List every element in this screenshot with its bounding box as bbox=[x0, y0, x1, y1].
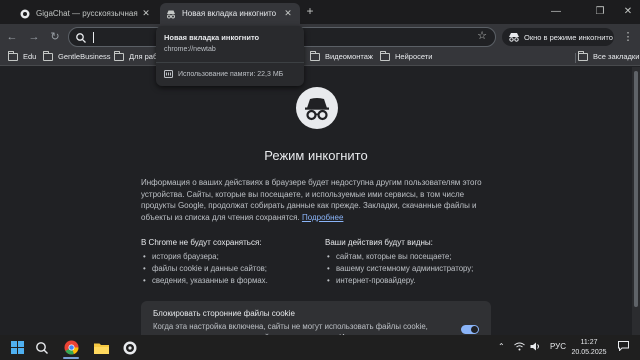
list-item: сайтам, которые вы посещаете; bbox=[325, 251, 500, 263]
learn-more-link[interactable]: Подробнее bbox=[302, 213, 344, 222]
minimize-icon[interactable]: — bbox=[544, 3, 568, 21]
bookmark-folder-gentlebusiness[interactable]: GentleBusiness bbox=[43, 50, 111, 61]
tab-close-icon[interactable]: ✕ bbox=[282, 8, 294, 19]
incognito-chip-label: Окно в режиме инкогнито bbox=[524, 32, 613, 42]
toolbar: ← → ↻ ☆ Окно в режиме инкогнито ⋮ bbox=[0, 24, 640, 50]
app-taskbar-icon[interactable] bbox=[119, 337, 141, 358]
bookmark-label: Все закладки bbox=[593, 52, 640, 61]
list-item: файлы cookie и данные сайтов; bbox=[141, 263, 316, 275]
back-icon[interactable]: ← bbox=[4, 29, 20, 45]
memory-icon bbox=[164, 70, 173, 78]
maximize-icon[interactable]: ❐ bbox=[588, 3, 612, 21]
hover-card-title: Новая вкладка инкогнито bbox=[164, 33, 260, 42]
folder-icon bbox=[310, 50, 320, 61]
list-item: сведения, указанные в формах. bbox=[141, 275, 316, 287]
reload-icon[interactable]: ↻ bbox=[47, 29, 63, 45]
bookmark-label: Нейросети bbox=[395, 52, 433, 61]
scrollbar-thumb[interactable] bbox=[634, 71, 638, 307]
hover-card-divider bbox=[156, 62, 304, 63]
close-window-icon[interactable]: ✕ bbox=[616, 3, 640, 21]
wifi-icon[interactable] bbox=[514, 342, 525, 353]
tab-hover-card: Новая вкладка инкогнито chrome://newtab … bbox=[156, 26, 304, 86]
hover-card-memory: Использование памяти: 22,3 МБ bbox=[164, 70, 283, 78]
tray-chevron-icon[interactable]: ⌃ bbox=[498, 342, 505, 351]
cookie-card-title: Блокировать сторонние файлы cookie bbox=[153, 309, 295, 318]
windows-taskbar: ⌃ РУС 11:27 20.05.2025 bbox=[0, 335, 640, 360]
incognito-favicon-icon bbox=[166, 9, 176, 19]
tab-gigachat[interactable]: GigaChat — русскоязычная нейро ✕ bbox=[14, 3, 158, 24]
active-app-indicator bbox=[63, 357, 79, 359]
bookmark-folder-work[interactable]: Для раб bbox=[114, 50, 158, 61]
file-explorer-icon[interactable] bbox=[90, 337, 112, 358]
gigachat-favicon-icon bbox=[20, 9, 30, 19]
windows-start-icon[interactable] bbox=[6, 337, 28, 358]
incognito-logo-icon bbox=[296, 87, 338, 129]
clock-date: 20.05.2025 bbox=[571, 348, 607, 356]
block-cookies-toggle[interactable] bbox=[461, 325, 479, 334]
incognito-window-chip[interactable]: Окно в режиме инкогнито bbox=[502, 28, 614, 46]
incognito-icon bbox=[509, 33, 519, 42]
cookie-card-description: Когда эта настройка включена, сайты не м… bbox=[153, 322, 428, 335]
hover-card-url: chrome://newtab bbox=[164, 46, 216, 53]
tab-title: Новая вкладка инкогнито bbox=[182, 9, 277, 18]
text-caret bbox=[93, 32, 94, 43]
folder-icon bbox=[43, 50, 53, 61]
tab-title: GigaChat — русскоязычная нейро bbox=[36, 9, 140, 18]
folder-icon bbox=[578, 50, 588, 61]
not-saved-section: В Chrome не будут сохраняться: история б… bbox=[141, 238, 316, 286]
bookmark-label: Edu bbox=[23, 52, 37, 61]
folder-icon bbox=[114, 50, 124, 61]
chrome-taskbar-icon[interactable] bbox=[60, 337, 82, 358]
search-icon bbox=[75, 31, 87, 43]
notifications-icon[interactable] bbox=[618, 341, 629, 353]
list-item: история браузера; bbox=[141, 251, 316, 263]
clock-time: 11:27 bbox=[580, 339, 598, 346]
not-saved-title: В Chrome не будут сохраняться: bbox=[141, 238, 262, 247]
list-item: интернет-провайдеру. bbox=[325, 275, 500, 287]
incognito-new-tab-page: Режим инкогнито Информация о ваших дейст… bbox=[0, 67, 632, 335]
taskbar-clock[interactable]: 11:27 20.05.2025 bbox=[568, 338, 610, 357]
bookmark-star-icon[interactable]: ☆ bbox=[477, 29, 487, 42]
language-indicator[interactable]: РУС bbox=[550, 342, 566, 351]
new-tab-button[interactable]: + bbox=[303, 4, 317, 18]
all-bookmarks-button[interactable]: Все закладки bbox=[578, 50, 640, 61]
bookmark-folder-neuro[interactable]: Нейросети bbox=[380, 50, 433, 61]
tab-close-icon[interactable]: ✕ bbox=[140, 8, 152, 19]
forward-icon[interactable]: → bbox=[26, 29, 42, 45]
menu-dots-icon[interactable]: ⋮ bbox=[622, 29, 634, 45]
list-item: вашему системному администратору; bbox=[325, 263, 500, 275]
bookmarks-bar: Edu GentleBusiness Для раб Видеомонтаж Н… bbox=[0, 50, 640, 66]
bookmark-label: Видеомонтаж bbox=[325, 52, 373, 61]
third-party-cookies-card: Блокировать сторонние файлы cookie Когда… bbox=[141, 301, 491, 335]
bookmark-folder-edu[interactable]: Edu bbox=[8, 50, 37, 61]
tab-strip: GigaChat — русскоязычная нейро ✕ Новая в… bbox=[0, 0, 640, 24]
intro-paragraph: Информация о ваших действиях в браузере … bbox=[141, 177, 491, 223]
folder-icon bbox=[380, 50, 390, 61]
bookmark-folder-videomontage[interactable]: Видеомонтаж bbox=[310, 50, 373, 61]
bookmark-label: Для раб bbox=[129, 52, 158, 61]
volume-icon[interactable] bbox=[530, 342, 541, 353]
visible-title: Ваши действия будут видны: bbox=[325, 238, 433, 247]
memory-usage-text: Использование памяти: 22,3 МБ bbox=[178, 70, 284, 78]
visible-section: Ваши действия будут видны: сайтам, котор… bbox=[325, 238, 500, 286]
tab-incognito[interactable]: Новая вкладка инкогнито ✕ bbox=[160, 3, 300, 24]
page-scrollbar[interactable] bbox=[632, 67, 640, 335]
taskbar-search-icon[interactable] bbox=[31, 337, 53, 358]
bookmarks-separator bbox=[575, 53, 576, 63]
bookmark-label: GentleBusiness bbox=[58, 52, 111, 61]
folder-icon bbox=[8, 50, 18, 61]
page-title: Режим инкогнито bbox=[264, 148, 368, 163]
